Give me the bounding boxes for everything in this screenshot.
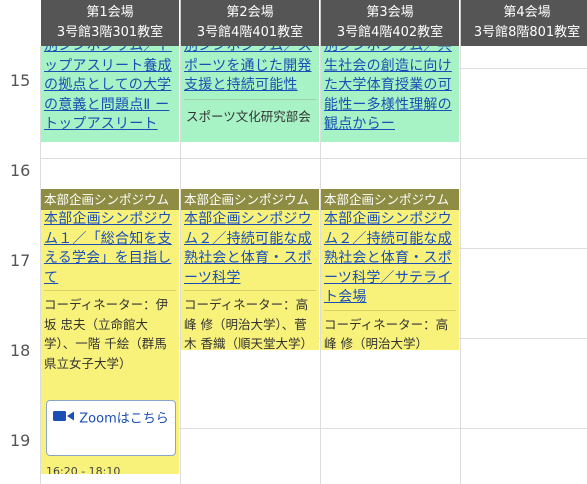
hour-label: 16 [10, 161, 31, 180]
grid-line [460, 46, 461, 484]
event-title-link[interactable]: 本部企画シンポジウム２／持続可能な成熟社会と体育・スポーツ科学／サテライト会場 [321, 210, 459, 308]
event-coordinator: コーディネーター：伊坂 忠夫（立命館大学）、一階 千絵（群馬県立女子大学） [44, 297, 169, 371]
venue-room: 3号館8階801教室 [473, 25, 581, 40]
venue-name: 第2会場 [226, 5, 274, 20]
venue-header-4: 第4会場 3号館8階801教室 [461, 0, 587, 46]
venue-name: 第4会場 [503, 5, 551, 20]
event-title-link[interactable]: 別シンポジウム／スポーツを通じた開発支援と持続可能性 [181, 46, 319, 96]
event-title-link[interactable]: 本部企画シンポジウム１／「総合知を支える学会」を目指して [41, 210, 179, 288]
venue-name: 第3会場 [366, 5, 414, 20]
video-camera-icon [53, 410, 75, 428]
event-card[interactable]: 別シンポジウム／共生社会の創造に向けた大学体育授業の可能性ー多様性理解の観点から… [321, 46, 459, 142]
event-category-tag: 本部企画シンポジウム [321, 189, 459, 210]
event-title-link[interactable]: 別シンポジウム／共生社会の創造に向けた大学体育授業の可能性ー多様性理解の観点から… [321, 46, 459, 135]
event-title-link[interactable]: 別シンポジウム／トップアスリート養成の拠点としての大学の意義と問題点Ⅱ ートップ… [41, 46, 179, 135]
hour-label: 15 [10, 71, 31, 90]
event-card[interactable]: 本部企画シンポジウム２／持続可能な成熟社会と体育・スポーツ科学／サテライト会場 … [321, 210, 459, 350]
venue-room: 3号館4階402教室 [336, 25, 444, 40]
venue-name: 第1会場 [86, 5, 134, 20]
event-card[interactable]: 本部企画シンポジウム１／「総合知を支える学会」を目指して コーディネーター：伊坂… [41, 210, 179, 474]
venue-room: 3号館3階301教室 [56, 25, 164, 40]
hour-label: 18 [10, 341, 31, 360]
zoom-link-label: Zoomはこちら [79, 411, 169, 427]
grid-line [40, 158, 587, 159]
event-card[interactable]: 別シンポジウム／スポーツを通じた開発支援と持続可能性 スポーツ文化研究部会 [181, 46, 319, 142]
zoom-link-button[interactable]: Zoomはこちら [46, 400, 176, 456]
header-divider [460, 0, 461, 46]
event-title-link[interactable]: 本部企画シンポジウム２／持続可能な成熟社会と体育・スポーツ科学 [181, 210, 319, 288]
venue-header-1: 第1会場 3号館3階301教室 [41, 0, 179, 46]
hour-label: 19 [10, 431, 31, 450]
venue-room: 3号館4階401教室 [196, 25, 304, 40]
header-corner [0, 0, 40, 46]
event-time: 16:20 - 18:10 [46, 465, 121, 474]
hour-label: 17 [10, 251, 31, 270]
venue-header-3: 第3会場 3号館4階402教室 [321, 0, 459, 46]
venue-header-2: 第2会場 3号館4階401教室 [181, 0, 319, 46]
header-divider [320, 0, 321, 46]
event-category-tag: 本部企画シンポジウム [181, 189, 319, 210]
event-coordinator: コーディネーター：高峰 修（明治大学）、菅木 香織（順天堂大学） [184, 297, 313, 350]
event-organizer: スポーツ文化研究部会 [186, 108, 311, 124]
event-card[interactable]: 本部企画シンポジウム２／持続可能な成熟社会と体育・スポーツ科学 コーディネーター… [181, 210, 319, 350]
header-divider [180, 0, 181, 46]
event-category-tag: 本部企画シンポジウム [41, 189, 179, 210]
event-coordinator: コーディネーター：高峰 修（明治大学） [324, 316, 449, 351]
event-card[interactable]: 別シンポジウム／トップアスリート養成の拠点としての大学の意義と問題点Ⅱ ートップ… [41, 46, 179, 142]
timetable: 第1会場 3号館3階301教室 第2会場 3号館4階401教室 第3会場 3号館… [0, 0, 587, 484]
